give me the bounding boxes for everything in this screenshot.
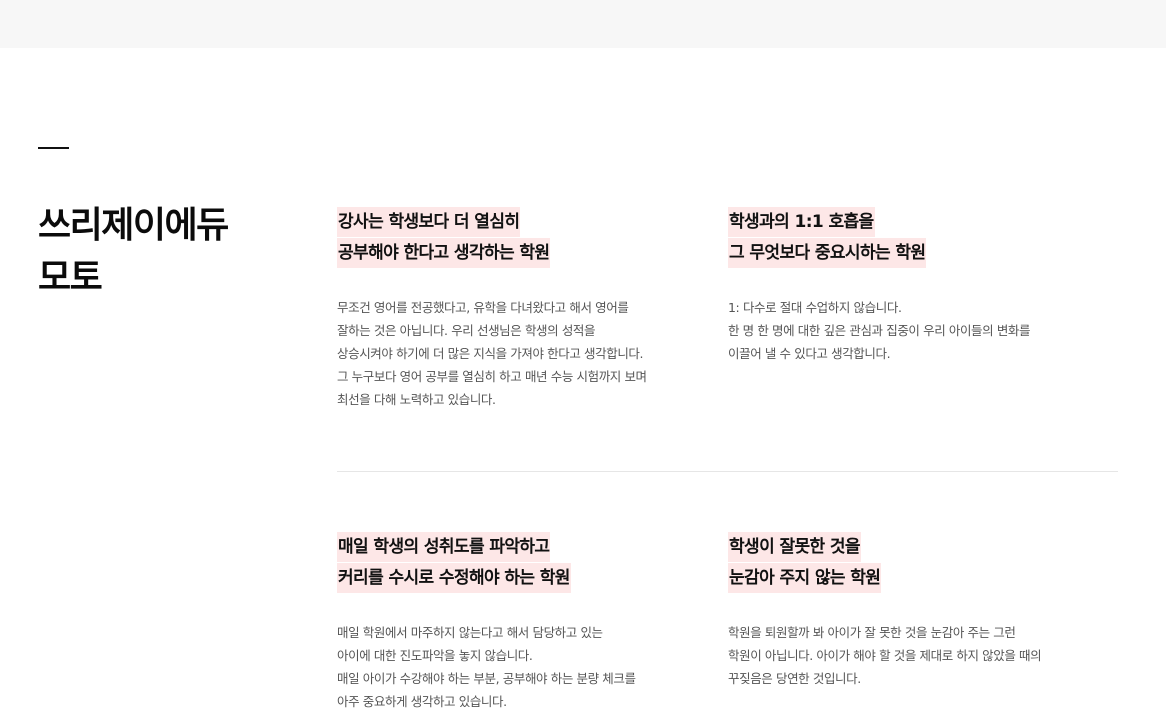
motto-description-line: 한 명 한 명에 대한 깊은 관심과 집중이 우리 아이들의 변화를	[728, 323, 1031, 338]
motto-description-line: 아이에 대한 진도파악을 놓지 않습니다.	[337, 648, 533, 663]
motto-description-line: 최선을 다해 노력하고 있습니다.	[337, 392, 496, 407]
motto-heading-line-1: 매일 학생의 성취도를 파악하고	[337, 532, 551, 562]
top-header-band	[0, 0, 1166, 48]
motto-description-line: 무조건 영어를 전공했다고, 유학을 다녀왔다고 해서 영어를	[337, 300, 629, 315]
motto-heading: 매일 학생의 성취도를 파악하고 커리를 수시로 수정해야 하는 학원	[337, 532, 682, 593]
motto-item-2: 학생과의 1:1 호흡을 그 무엇보다 중요시하는 학원 1: 다수로 절대 수…	[728, 207, 1073, 365]
motto-description-line: 매일 아이가 수강해야 하는 부분, 공부해야 하는 분량 체크를	[337, 671, 636, 686]
motto-heading-line-1: 강사는 학생보다 더 열심히	[337, 207, 521, 237]
motto-heading-line-2: 그 무엇보다 중요시하는 학원	[728, 238, 927, 268]
motto-description-line: 이끌어 낼 수 있다고 생각합니다.	[728, 346, 891, 361]
motto-heading: 학생이 잘못한 것을 눈감아 주지 않는 학원	[728, 532, 1073, 593]
motto-description-line: 학원이 아닙니다. 아이가 해야 할 것을 제대로 하지 않았을 때의	[728, 648, 1042, 663]
motto-item-4: 학생이 잘못한 것을 눈감아 주지 않는 학원 학원을 퇴원할까 봐 아이가 잘…	[728, 532, 1073, 690]
motto-item-3: 매일 학생의 성취도를 파악하고 커리를 수시로 수정해야 하는 학원 매일 학…	[337, 532, 682, 713]
motto-description-line: 아주 중요하게 생각하고 있습니다.	[337, 694, 507, 709]
motto-description: 무조건 영어를 전공했다고, 유학을 다녀왔다고 해서 영어를 잘하는 것은 아…	[337, 296, 682, 411]
motto-description: 1: 다수로 절대 수업하지 않습니다. 한 명 한 명에 대한 깊은 관심과 …	[728, 296, 1073, 365]
motto-description-line: 꾸짖음은 당연한 것입니다.	[728, 671, 861, 686]
motto-heading-line-1: 학생이 잘못한 것을	[728, 532, 861, 562]
motto-description-line: 매일 학원에서 마주하지 않는다고 해서 담당하고 있는	[337, 625, 603, 640]
motto-heading-line-2: 눈감아 주지 않는 학원	[728, 563, 882, 593]
motto-heading-line-2: 커리를 수시로 수정해야 하는 학원	[337, 563, 571, 593]
motto-heading-line-2: 공부해야 한다고 생각하는 학원	[337, 238, 551, 268]
section-accent-dash	[38, 147, 69, 149]
motto-description: 학원을 퇴원할까 봐 아이가 잘 못한 것을 눈감아 주는 그런 학원이 아닙니…	[728, 621, 1073, 690]
motto-item-1: 강사는 학생보다 더 열심히 공부해야 한다고 생각하는 학원 무조건 영어를 …	[337, 207, 682, 411]
motto-description-line: 그 누구보다 영어 공부를 열심히 하고 매년 수능 시험까지 보며	[337, 369, 647, 384]
motto-description: 매일 학원에서 마주하지 않는다고 해서 담당하고 있는 아이에 대한 진도파악…	[337, 621, 682, 713]
motto-description-line: 학원을 퇴원할까 봐 아이가 잘 못한 것을 눈감아 주는 그런	[728, 625, 1016, 640]
section-title-line-2: 모토	[38, 257, 103, 298]
motto-heading: 학생과의 1:1 호흡을 그 무엇보다 중요시하는 학원	[728, 207, 1073, 268]
motto-description-line: 1: 다수로 절대 수업하지 않습니다.	[728, 300, 902, 315]
section-title-line-1: 쓰리제이에듀	[38, 205, 229, 246]
section-title: 쓰리제이에듀 모토	[38, 200, 229, 304]
motto-description-line: 상승시켜야 하기에 더 많은 지식을 가져야 한다고 생각합니다.	[337, 346, 644, 361]
motto-heading: 강사는 학생보다 더 열심히 공부해야 한다고 생각하는 학원	[337, 207, 682, 268]
motto-heading-line-1: 학생과의 1:1 호흡을	[728, 207, 875, 237]
row-divider	[337, 471, 1118, 472]
motto-description-line: 잘하는 것은 아닙니다. 우리 선생님은 학생의 성적을	[337, 323, 596, 338]
